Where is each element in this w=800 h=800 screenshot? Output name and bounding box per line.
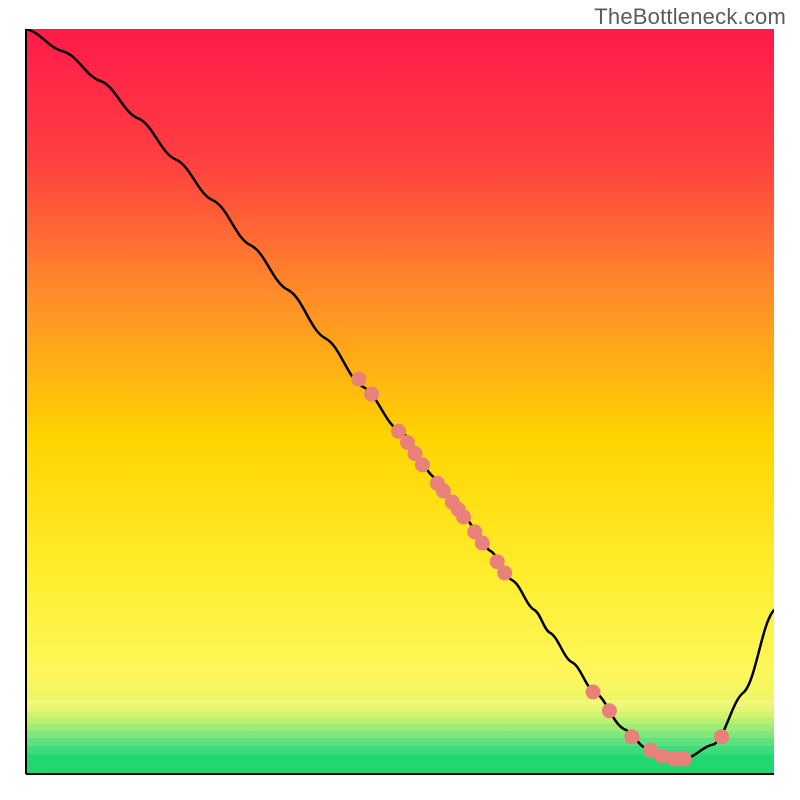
curve-marker: [351, 372, 366, 387]
plot-background: [26, 29, 774, 774]
curve-marker: [677, 752, 692, 767]
curve-marker: [714, 729, 729, 744]
chart-container: TheBottleneck.com: [0, 0, 800, 800]
curve-marker: [624, 729, 639, 744]
curve-marker: [415, 457, 430, 472]
curve-marker: [497, 565, 512, 580]
curve-marker: [586, 685, 601, 700]
curve-marker: [475, 536, 490, 551]
curve-marker: [602, 703, 617, 718]
curve-marker: [456, 510, 471, 525]
watermark-text: TheBottleneck.com: [594, 4, 786, 30]
curve-marker: [364, 387, 379, 402]
chart-svg: [0, 0, 800, 800]
